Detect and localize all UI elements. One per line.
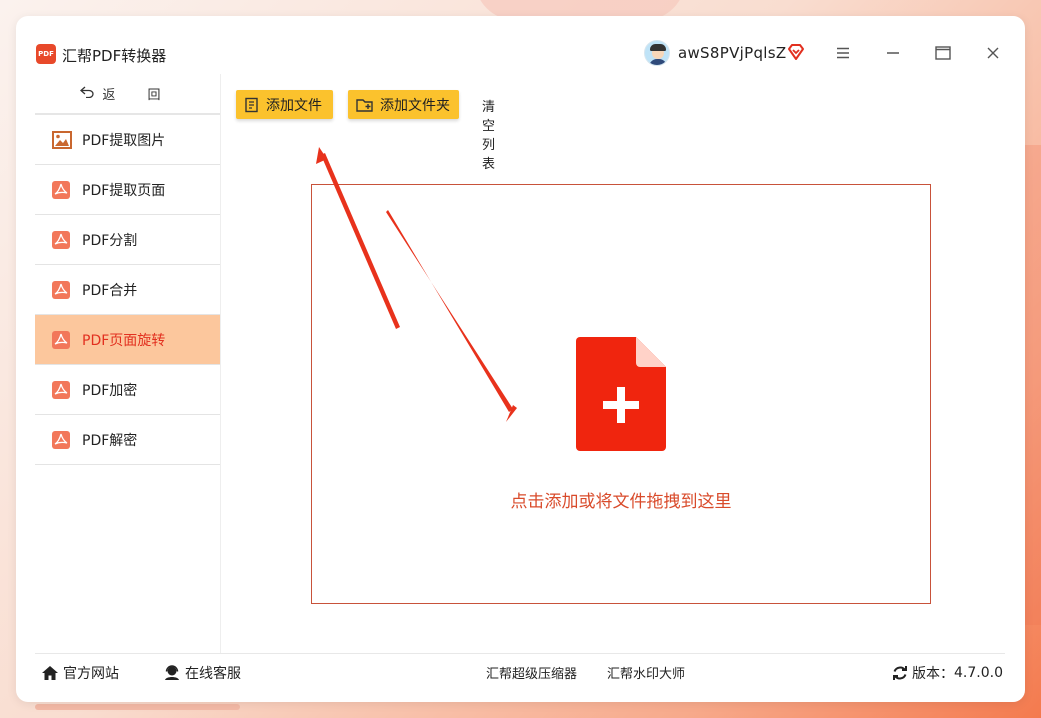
official-website-link[interactable]: 官方网站 (41, 663, 119, 683)
sidebar-item-label: PDF合并 (82, 282, 138, 299)
add-folder-label: 添加文件夹 (380, 97, 450, 114)
file-drop-zone[interactable]: 点击添加或将文件拖拽到这里 (311, 184, 931, 604)
pdf-icon (52, 430, 70, 449)
add-file-large-icon (576, 337, 666, 451)
background-bar (35, 704, 240, 710)
back-label: 返 回 (102, 88, 175, 103)
menu-button[interactable] (832, 42, 854, 64)
sidebar-item-encrypt[interactable]: PDF加密 (35, 365, 220, 415)
online-service-label: 在线客服 (185, 666, 241, 682)
sidebar-item-label: PDF分割 (82, 232, 138, 249)
customer-service-icon (165, 665, 179, 680)
sidebar-item-merge[interactable]: PDF合并 (35, 265, 220, 315)
close-button[interactable] (982, 42, 1004, 64)
pdf-icon (52, 330, 70, 349)
app-window: PDF 汇帮PDF转换器 awS8PVjPqlsZ 返 回 PDF提取图片 PD… (16, 16, 1025, 702)
app-title: 汇帮PDF转换器 (62, 47, 167, 65)
sidebar-item-decrypt[interactable]: PDF解密 (35, 415, 220, 465)
avatar[interactable] (644, 40, 670, 66)
minimize-icon (887, 52, 899, 54)
refresh-icon (893, 666, 907, 680)
compressor-link[interactable]: 汇帮超级压缩器 (486, 663, 577, 682)
maximize-button[interactable] (932, 42, 954, 64)
sidebar-item-split[interactable]: PDF分割 (35, 215, 220, 265)
sidebar-item-extract-pages[interactable]: PDF提取页面 (35, 165, 220, 215)
pdf-icon (52, 380, 70, 399)
pdf-icon (52, 280, 70, 299)
sidebar: 返 回 PDF提取图片 PDF提取页面 PDF分割 PDF合并 PDF页面旋转 (35, 74, 221, 654)
pdf-icon (52, 230, 70, 249)
sidebar-item-label: PDF提取页面 (82, 182, 166, 199)
add-folder-icon (356, 98, 373, 112)
vip-diamond-icon[interactable] (786, 42, 806, 62)
sidebar-item-label: PDF加密 (82, 382, 138, 399)
add-file-label: 添加文件 (266, 97, 322, 114)
back-button[interactable]: 返 回 (35, 74, 220, 115)
username[interactable]: awS8PVjPqlsZ (678, 44, 786, 62)
sidebar-item-label: PDF提取图片 (82, 132, 166, 149)
version-number: 4.7.0.0 (954, 665, 1003, 681)
sidebar-item-label: PDF解密 (82, 432, 138, 449)
sidebar-item-extract-images[interactable]: PDF提取图片 (35, 115, 220, 165)
online-service-link[interactable]: 在线客服 (163, 663, 241, 683)
close-icon (987, 47, 999, 59)
official-website-label: 官方网站 (63, 666, 119, 682)
minimize-button[interactable] (882, 42, 904, 64)
home-icon (42, 666, 58, 680)
footer: 官方网站 在线客服 汇帮超级压缩器 汇帮水印大师 版本： 4.7.0.0 (35, 653, 1005, 689)
version-info[interactable]: 版本： 4.7.0.0 (892, 663, 1003, 683)
sidebar-item-label: PDF页面旋转 (82, 332, 166, 349)
back-arrow-icon (80, 86, 95, 102)
watermark-link[interactable]: 汇帮水印大师 (607, 663, 685, 682)
add-file-button[interactable]: 添加文件 (236, 90, 333, 119)
maximize-icon (935, 46, 951, 60)
app-logo-icon: PDF (36, 44, 56, 64)
pdf-icon (52, 180, 70, 199)
drop-hint: 点击添加或将文件拖拽到这里 (510, 492, 732, 512)
version-label: 版本： (912, 666, 954, 682)
add-file-icon (245, 97, 258, 112)
title-bar: PDF 汇帮PDF转换器 awS8PVjPqlsZ (16, 16, 1025, 74)
clear-list-button[interactable]: 清空列表 (482, 96, 495, 172)
image-icon (52, 130, 72, 149)
add-folder-button[interactable]: 添加文件夹 (348, 90, 459, 119)
hamburger-icon (837, 47, 849, 59)
sidebar-item-rotate-pages[interactable]: PDF页面旋转 (35, 315, 220, 365)
